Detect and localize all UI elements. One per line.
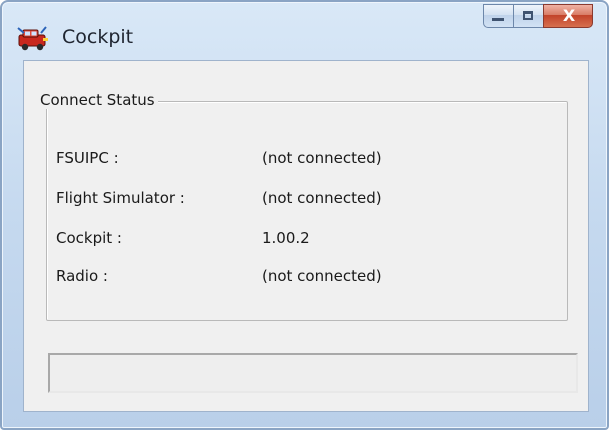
minimize-button[interactable] bbox=[483, 4, 513, 28]
status-row-radio: Radio : (not connected) bbox=[56, 267, 382, 285]
status-value: 1.00.2 bbox=[262, 229, 310, 247]
status-value: (not connected) bbox=[262, 189, 382, 207]
status-row-cockpit: Cockpit : 1.00.2 bbox=[56, 229, 310, 247]
caption-buttons: X bbox=[483, 4, 593, 30]
application-window: Cockpit X Connect Status FSUIPC : (not co… bbox=[0, 0, 609, 430]
status-label: Flight Simulator : bbox=[56, 189, 185, 207]
window-title: Cockpit bbox=[62, 26, 134, 48]
status-value: (not connected) bbox=[262, 149, 382, 167]
connect-status-groupbox bbox=[46, 101, 568, 321]
close-button[interactable]: X bbox=[543, 4, 593, 28]
status-label: FSUIPC : bbox=[56, 149, 119, 167]
status-text-field bbox=[48, 353, 578, 393]
status-label: Cockpit : bbox=[56, 229, 122, 247]
cockpit-app-icon bbox=[17, 26, 48, 51]
status-row-fsuipc: FSUIPC : (not connected) bbox=[56, 149, 382, 167]
groupbox-legend: Connect Status bbox=[37, 91, 158, 109]
minimize-icon bbox=[492, 18, 504, 21]
status-label: Radio : bbox=[56, 267, 108, 285]
title-bar[interactable]: Cockpit X bbox=[2, 2, 607, 60]
close-icon: X bbox=[562, 6, 576, 25]
client-area: Connect Status FSUIPC : (not connected) F… bbox=[23, 60, 589, 412]
maximize-icon bbox=[523, 11, 533, 20]
status-row-flight-simulator: Flight Simulator : (not connected) bbox=[56, 189, 382, 207]
status-value: (not connected) bbox=[262, 267, 382, 285]
maximize-button[interactable] bbox=[513, 4, 543, 28]
